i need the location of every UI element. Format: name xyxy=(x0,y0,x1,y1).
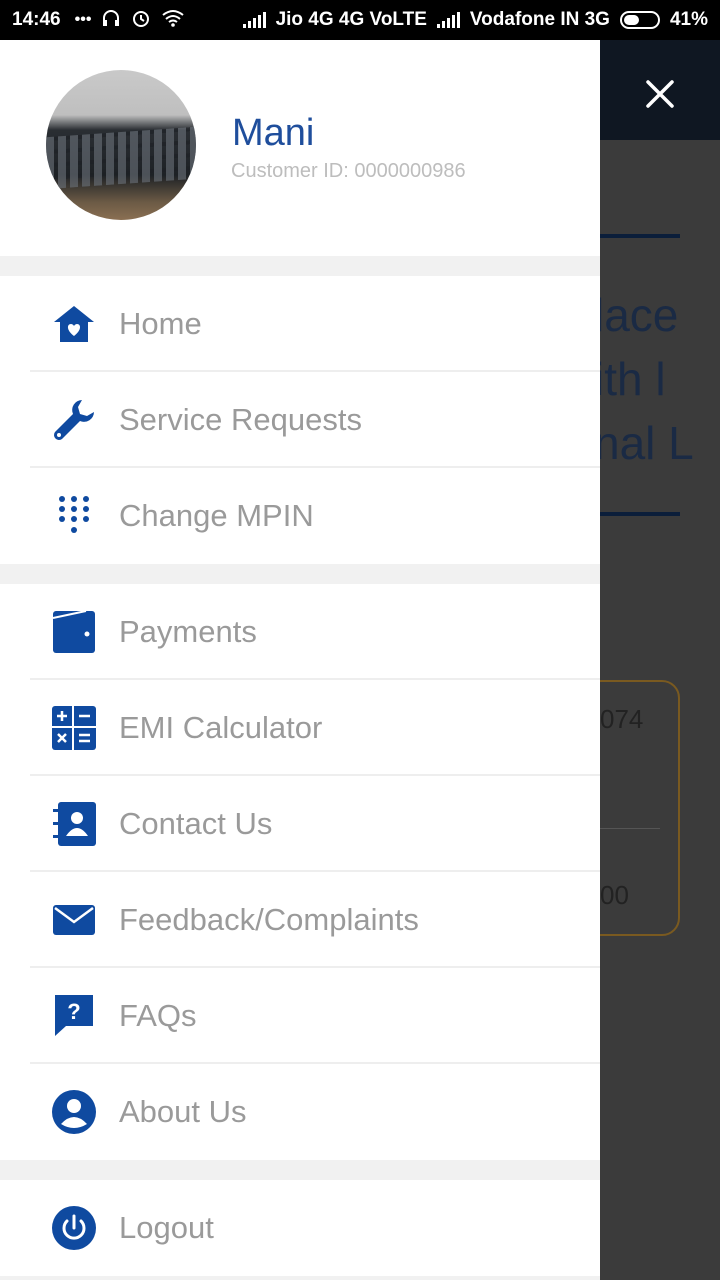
status-time: 14:46 xyxy=(12,9,61,30)
close-drawer-button[interactable] xyxy=(636,70,684,118)
avatar[interactable] xyxy=(46,70,196,220)
wifi-icon xyxy=(161,9,185,32)
question-icon: ? xyxy=(52,994,96,1038)
headset-icon xyxy=(101,8,121,33)
mail-icon xyxy=(52,898,96,942)
background-divider xyxy=(600,512,680,516)
menu-group-primary: Home Service Requests Change MPIN xyxy=(0,276,600,564)
menu-item-label: Payments xyxy=(119,614,257,649)
wallet-icon xyxy=(52,610,96,654)
background-text-line: ith l xyxy=(600,353,666,405)
profile-header: Mani Customer ID: 0000000986 xyxy=(0,40,600,256)
menu-item-label: EMI Calculator xyxy=(119,710,323,745)
menu-item-label: About Us xyxy=(119,1094,247,1129)
menu-item-service-requests[interactable]: Service Requests xyxy=(0,372,600,468)
signal-icon-2 xyxy=(436,12,460,28)
menu-item-contact-us[interactable]: Contact Us xyxy=(0,776,600,872)
background-text-line: lace xyxy=(600,289,679,341)
status-icons: ••• xyxy=(75,8,186,33)
menu-item-logout[interactable]: Logout xyxy=(0,1180,600,1276)
menu-item-feedback-complaints[interactable]: Feedback/Complaints xyxy=(0,872,600,968)
menu-item-label: FAQs xyxy=(119,998,197,1033)
background-divider xyxy=(600,234,680,238)
home-icon xyxy=(52,302,96,346)
carrier-1: Jio 4G 4G VoLTE xyxy=(275,9,427,30)
signal-icon xyxy=(242,12,266,28)
background-header xyxy=(600,40,720,140)
navigation-drawer: Mani Customer ID: 0000000986 Home Servic… xyxy=(0,40,600,1280)
keypad-icon xyxy=(52,494,96,538)
menu-group-logout: Logout xyxy=(0,1180,600,1276)
menu-item-label: Home xyxy=(119,306,202,341)
menu-item-faqs[interactable]: ? FAQs xyxy=(0,968,600,1064)
menu-item-label: Feedback/Complaints xyxy=(119,902,419,937)
menu-item-label: Service Requests xyxy=(119,402,362,437)
background-card-value: 074 xyxy=(600,704,644,734)
wrench-icon xyxy=(52,398,96,442)
profile-name: Mani xyxy=(232,112,315,154)
menu-item-label: Change MPIN xyxy=(119,498,314,533)
menu-item-label: Contact Us xyxy=(119,806,273,841)
background-text-line: nal L xyxy=(600,417,694,469)
more-icon: ••• xyxy=(74,11,92,28)
status-bar: 14:46 ••• Jio 4G 4G VoLTE Vodafone IN 3G… xyxy=(0,0,720,40)
menu-item-payments[interactable]: Payments xyxy=(0,584,600,680)
menu-item-label: Logout xyxy=(119,1210,214,1245)
svg-text:?: ? xyxy=(67,999,80,1024)
menu-item-emi-calculator[interactable]: EMI Calculator xyxy=(0,680,600,776)
customer-id: Customer ID: 0000000986 xyxy=(231,160,466,182)
background-card-value: 00 xyxy=(600,880,629,910)
menu-group-secondary: Payments EMI Calculator Contact Us Feedb… xyxy=(0,584,600,1160)
menu-item-change-mpin[interactable]: Change MPIN xyxy=(0,468,600,564)
close-icon xyxy=(646,80,674,108)
alarm-icon xyxy=(131,8,151,33)
person-icon xyxy=(52,1090,96,1134)
power-icon xyxy=(52,1206,96,1250)
battery-level: 41% xyxy=(669,9,708,30)
menu-item-about-us[interactable]: About Us xyxy=(0,1064,600,1160)
calculator-icon xyxy=(52,706,96,750)
menu-item-home[interactable]: Home xyxy=(0,276,600,372)
contact-book-icon xyxy=(52,802,96,846)
battery-icon xyxy=(619,11,660,29)
background-app: lace ith l nal L 074 00 xyxy=(600,40,720,1280)
background-card-divider xyxy=(600,828,660,829)
carrier-2: Vodafone IN 3G xyxy=(469,9,610,30)
